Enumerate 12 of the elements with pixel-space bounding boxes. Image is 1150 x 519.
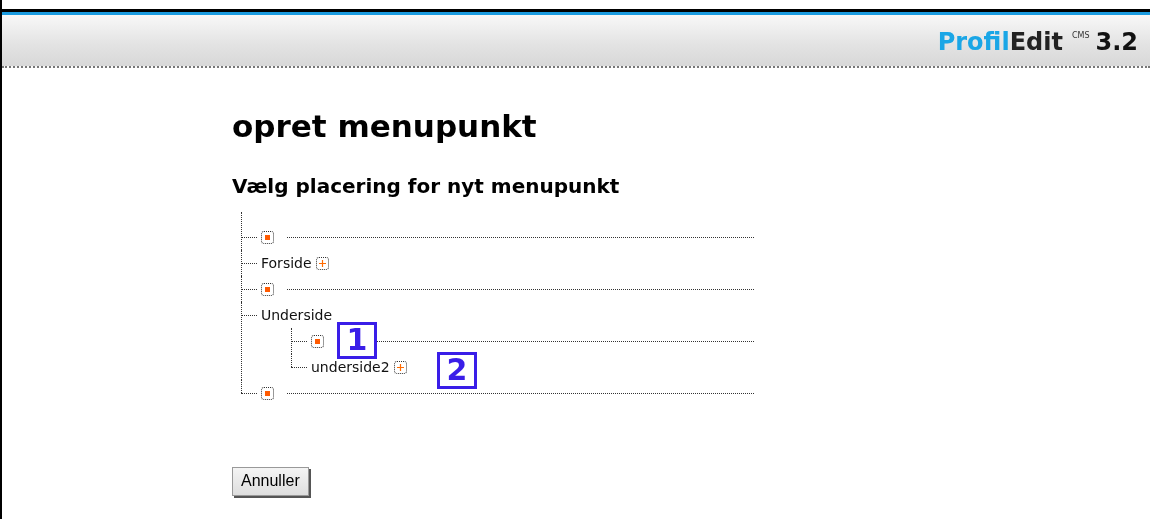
- logo-text: Edit: [1009, 28, 1063, 56]
- menu-item-label: underside2: [311, 359, 390, 375]
- callout-number: 2: [437, 352, 477, 389]
- section-heading: Vælg placering for nyt menupunkt: [232, 174, 621, 198]
- menu-item-label: Forside: [261, 255, 312, 271]
- cancel-button[interactable]: Annuller: [232, 467, 309, 496]
- logo-text: Profil: [937, 28, 1010, 56]
- callout-number: 1: [337, 322, 377, 359]
- menu-item-label: Underside: [261, 307, 333, 323]
- logo-superscript: CMS: [1071, 31, 1090, 40]
- page-title: opret menupunkt: [232, 108, 538, 144]
- version-number: 3.2: [1095, 28, 1138, 56]
